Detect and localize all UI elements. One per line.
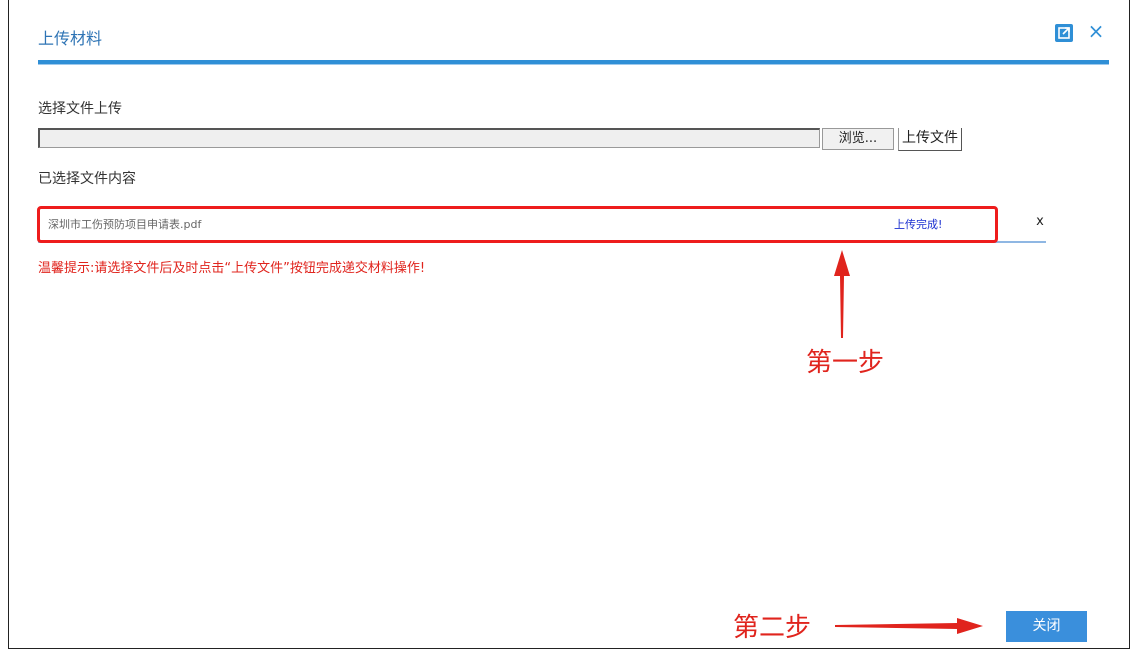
selected-files-label: 已选择文件内容: [38, 171, 136, 187]
remove-file-button[interactable]: x: [1034, 214, 1046, 229]
annotation-step1: 第一步: [806, 348, 885, 378]
popout-icon-glyph: [1058, 27, 1070, 39]
popout-icon[interactable]: [1055, 24, 1073, 42]
browse-button[interactable]: 浏览...: [822, 128, 894, 150]
close-button[interactable]: 关闭: [1006, 611, 1087, 642]
file-path-input[interactable]: [38, 128, 820, 148]
title-divider-shadow: [38, 64, 1109, 65]
annotation-arrow-up: [834, 250, 850, 338]
annotation-arrow-right: [835, 618, 983, 634]
dialog-title: 上传材料: [38, 29, 103, 48]
upload-file-button[interactable]: 上传文件: [898, 128, 962, 151]
select-file-label: 选择文件上传: [38, 101, 122, 117]
warning-tip: 温馨提示:请选择文件后及时点击“上传文件”按钮完成递交材料操作!: [38, 261, 426, 276]
annotation-step2: 第二步: [733, 613, 812, 643]
dialog-window: [8, 0, 1130, 649]
annotation-highlight-box: [37, 206, 998, 243]
close-icon[interactable]: ×: [1087, 20, 1105, 42]
